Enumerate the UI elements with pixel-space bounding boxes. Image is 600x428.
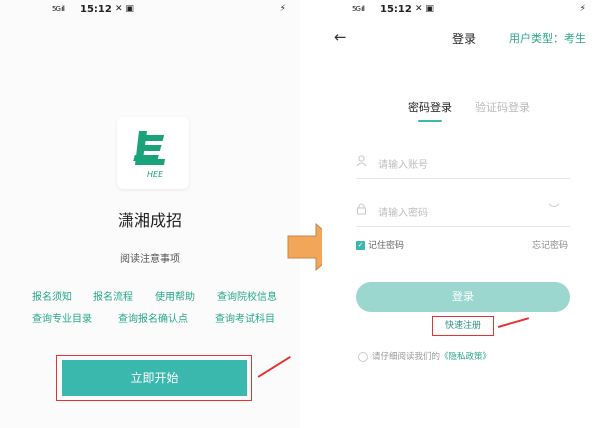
link-school-info[interactable]: 查询院校信息 [217,288,277,303]
link-registration-process[interactable]: 报名流程 [93,288,133,303]
battery-icon: ⚡ [579,4,586,14]
user-icon [356,155,367,170]
status-time: 15:12 [380,4,412,15]
signal-icon: 5G ıll [52,5,65,13]
account-field[interactable]: 请输入账号 [356,148,570,179]
notification-icons: ✕ ▣ [415,4,434,14]
agree-checkbox[interactable] [358,351,368,362]
tab-indicator [418,120,442,122]
password-field[interactable]: 请输入密码 [356,196,570,227]
notice-title: 阅读注意事项 [120,254,180,265]
privacy-policy-link[interactable]: 《隐私政策》 [440,352,491,362]
app-name: 潇湘成招 [117,211,182,230]
left-phone-screen: 5G ıll 15:12 ✕ ▣ ⚡ HEE 潇湘成招 阅读注意事项 报名须知 … [0,0,300,428]
checkbox-checked-icon[interactable]: ✓ [356,241,365,250]
eye-closed-icon[interactable] [548,202,560,213]
tab-code-login[interactable]: 验证码登录 [475,99,530,115]
app-logo: HEE [117,117,189,189]
agreement-text: 请仔细阅读我们的 [372,352,441,362]
password-placeholder: 请输入密码 [378,208,428,219]
notification-icons: ✕ ▣ [115,4,134,14]
annotation-arrow-register [497,317,529,328]
privacy-agreement: 请仔细阅读我们的《隐私政策》 [358,350,491,362]
tab-password-login[interactable]: 密码登录 [408,99,452,115]
status-bar: 5G ıll 15:12 ✕ ▣ ⚡ [0,4,300,18]
login-button[interactable]: 登录 [356,282,570,312]
right-phone-screen: 5G ıll 15:12 ✕ ▣ ⚡ ← 登录 用户类型：考生 密码登录 验证码… [322,0,600,428]
quick-register-link[interactable]: 快速注册 [435,318,491,334]
link-help[interactable]: 使用帮助 [155,288,195,303]
logo-text: HEE [147,170,164,179]
remember-label: 记住密码 [368,241,405,251]
status-time: 15:12 [80,4,112,15]
link-confirmation-point[interactable]: 查询报名确认点 [118,310,188,325]
forgot-password-link[interactable]: 忘记密码 [532,238,568,251]
battery-icon: ⚡ [279,4,286,14]
page-title: 登录 [452,32,477,46]
link-registration-notice[interactable]: 报名须知 [32,288,72,303]
signal-icon: 5G ıll [352,5,365,13]
lock-icon [356,203,367,218]
hee-logo-icon: HEE [133,131,165,179]
back-arrow-icon[interactable]: ← [334,28,347,46]
remember-password[interactable]: ✓ 记住密码 [356,238,404,251]
link-major-catalog[interactable]: 查询专业目录 [32,310,92,325]
user-type-selector[interactable]: 用户类型：考生 [509,30,586,46]
start-button[interactable]: 立即开始 [62,360,247,396]
annotation-arrow-start [257,355,291,378]
account-placeholder: 请输入账号 [378,160,428,171]
link-exam-subjects[interactable]: 查询考试科目 [215,310,275,325]
status-bar: 5G ıll 15:12 ✕ ▣ ⚡ [322,4,600,18]
